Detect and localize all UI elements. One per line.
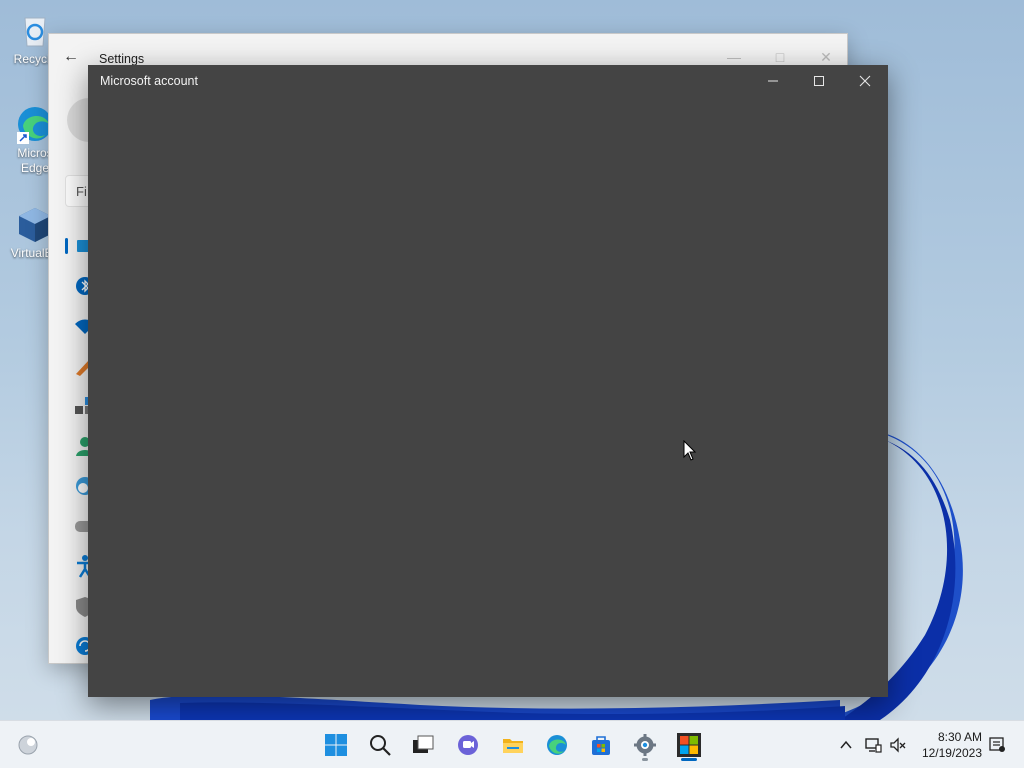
start-icon — [325, 734, 347, 756]
network-tray-button[interactable] — [862, 734, 884, 756]
settings-icon — [634, 734, 656, 756]
microsoft-account-content — [88, 97, 888, 697]
notification-icon — [989, 737, 1005, 752]
notifications-button[interactable] — [986, 734, 1008, 756]
settings-search-text: Fi — [76, 184, 87, 199]
microsoft-account-taskbar-button[interactable] — [671, 727, 707, 763]
search-icon — [370, 735, 391, 756]
file-explorer-button[interactable] — [495, 727, 531, 763]
clock-date: 12/19/2023 — [921, 746, 982, 760]
minimize-icon — [768, 80, 778, 82]
maximize-icon — [814, 76, 824, 86]
store-button[interactable] — [583, 727, 619, 763]
minimize-button[interactable] — [750, 65, 796, 97]
chevron-up-icon — [840, 740, 852, 749]
store-icon — [592, 736, 610, 755]
volume-muted-icon — [890, 737, 906, 753]
network-icon — [865, 738, 882, 753]
task-view-button[interactable] — [405, 727, 441, 763]
back-arrow-icon[interactable]: ← — [63, 48, 79, 66]
search-button[interactable] — [362, 727, 398, 763]
task-view-icon — [413, 735, 434, 753]
start-button[interactable] — [318, 727, 354, 763]
edge-icon — [547, 735, 567, 755]
edge-button[interactable] — [539, 727, 575, 763]
mouse-cursor-icon — [683, 440, 697, 461]
settings-title: Settings — [99, 52, 145, 66]
taskbar-clock[interactable]: 8:30 AM 12/19/2023 — [922, 729, 982, 761]
active-indicator — [681, 758, 697, 761]
widgets-button[interactable] — [10, 727, 46, 763]
running-indicator — [642, 758, 648, 761]
microsoft-account-icon — [677, 733, 701, 757]
file-explorer-icon — [503, 739, 523, 753]
close-icon — [859, 75, 871, 87]
volume-tray-button[interactable] — [887, 734, 909, 756]
microsoft-account-title: Microsoft account — [100, 74, 198, 88]
widgets-icon — [18, 735, 38, 755]
chat-button[interactable] — [450, 727, 486, 763]
close-button[interactable] — [842, 65, 888, 97]
nav-selection-indicator — [65, 238, 68, 254]
microsoft-account-window[interactable]: Microsoft account — [88, 65, 888, 697]
clock-time: 8:30 AM — [937, 730, 982, 744]
settings-taskbar-button[interactable] — [627, 727, 663, 763]
show-hidden-icons-button[interactable] — [835, 734, 857, 756]
chat-icon — [458, 735, 478, 755]
taskbar: 8:30 AM 12/19/2023 — [0, 720, 1024, 768]
maximize-button[interactable] — [796, 65, 842, 97]
